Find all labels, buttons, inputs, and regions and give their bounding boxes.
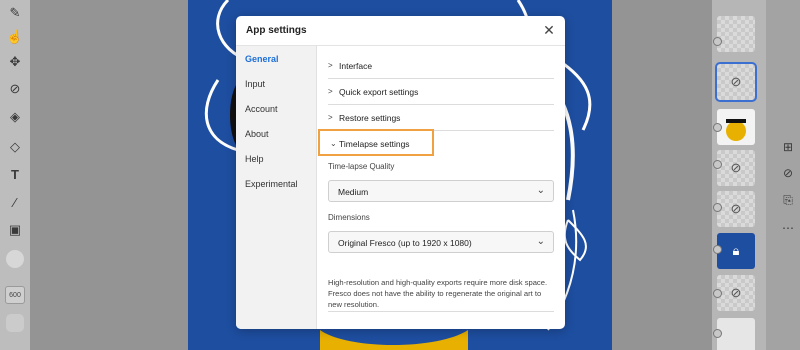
- lock-icon: 🔒︎: [732, 243, 740, 258]
- layer-visibility-toggle[interactable]: [713, 203, 722, 212]
- section-label: Interface: [339, 61, 373, 71]
- layer-visibility-toggle[interactable]: [713, 289, 722, 298]
- layer-actions-icon[interactable]: ⎘: [780, 192, 796, 208]
- layer-thumb[interactable]: [717, 318, 755, 350]
- divider: [328, 311, 554, 312]
- layer-thumb[interactable]: [717, 109, 755, 145]
- chevron-down-icon: ⌄: [330, 139, 337, 148]
- quality-value: Medium: [338, 187, 369, 197]
- nav-item-help[interactable]: Help: [245, 154, 264, 164]
- layer-visibility-toggle[interactable]: [713, 123, 722, 132]
- eraser-icon[interactable]: ◇: [5, 137, 25, 157]
- section-timelapse[interactable]: ⌄ Timelapse settings: [328, 131, 554, 157]
- close-icon[interactable]: ✕: [541, 22, 557, 38]
- dimensions-select[interactable]: Original Fresco (up to 1920 x 1080) ⌄: [328, 231, 554, 253]
- layer-preview: [726, 119, 746, 141]
- nav-item-input[interactable]: Input: [245, 79, 265, 89]
- app-settings-dialog: App settings ✕ General Input Account Abo…: [236, 16, 565, 329]
- nav-item-account[interactable]: Account: [245, 104, 278, 114]
- opacity-control[interactable]: [6, 314, 24, 332]
- smudge-icon[interactable]: ☝: [5, 27, 25, 47]
- text-icon[interactable]: T: [5, 164, 25, 184]
- hidden-eye-icon: ⊘: [730, 285, 742, 300]
- layer-visibility-toggle[interactable]: [713, 37, 722, 46]
- quality-select[interactable]: Medium ⌄: [328, 180, 554, 202]
- chevron-down-icon: ⌄: [536, 236, 545, 247]
- layer-visibility-toggle[interactable]: [713, 160, 722, 169]
- more-icon[interactable]: ⋯: [780, 220, 796, 236]
- section-restore[interactable]: > Restore settings: [328, 105, 554, 131]
- settings-nav: General Input Account About Help Experim…: [236, 46, 317, 329]
- hidden-eye-icon: ⊘: [730, 160, 742, 175]
- layer-thumb[interactable]: ⊘: [715, 62, 757, 102]
- layer-thumb[interactable]: ⊘: [717, 191, 755, 227]
- section-quick-export[interactable]: > Quick export settings: [328, 79, 554, 105]
- settings-content: > Interface > Quick export settings > Re…: [328, 46, 554, 329]
- brush-size-box[interactable]: 600: [5, 286, 25, 304]
- chevron-right-icon: >: [328, 113, 333, 122]
- layer-thumb[interactable]: [717, 16, 755, 52]
- dimensions-value: Original Fresco (up to 1920 x 1080): [338, 238, 472, 248]
- nav-item-general[interactable]: General: [245, 54, 279, 64]
- brush-icon[interactable]: ✎: [5, 3, 25, 23]
- layer-thumb[interactable]: ⊘: [717, 275, 755, 311]
- chevron-down-icon: ⌄: [536, 185, 545, 196]
- nav-item-experimental[interactable]: Experimental: [245, 179, 298, 189]
- timelapse-note: High-resolution and high-quality exports…: [328, 278, 548, 309]
- hidden-eye-icon: ⊘: [730, 201, 742, 216]
- dialog-title: App settings: [246, 25, 307, 36]
- nav-item-about[interactable]: About: [245, 129, 269, 139]
- section-label: Quick export settings: [339, 87, 419, 97]
- dimensions-label: Dimensions: [328, 213, 370, 222]
- dialog-header: App settings ✕: [236, 16, 565, 46]
- hidden-eye-icon: ⊘: [730, 74, 742, 89]
- lasso-icon[interactable]: ⊘: [5, 79, 25, 99]
- hide-layer-icon[interactable]: ⊘: [780, 165, 796, 181]
- image-icon[interactable]: ▣: [5, 220, 25, 240]
- section-label: Restore settings: [339, 113, 401, 123]
- section-interface[interactable]: > Interface: [328, 53, 554, 79]
- chevron-right-icon: >: [328, 87, 333, 96]
- eyedropper-icon[interactable]: ⁄: [5, 192, 25, 212]
- move-icon[interactable]: ✥: [5, 52, 25, 72]
- chevron-right-icon: >: [328, 61, 333, 70]
- section-label: Timelapse settings: [339, 139, 410, 149]
- left-toolbar: ✎ ☝ ✥ ⊘ ◈ ◇ T ⁄ ▣ 600: [0, 0, 30, 350]
- layer-visibility-toggle[interactable]: [713, 329, 722, 338]
- layer-visibility-toggle[interactable]: [713, 245, 722, 254]
- add-layer-icon[interactable]: ⊞: [780, 139, 796, 155]
- quality-label: Time-lapse Quality: [328, 162, 395, 171]
- layer-thumb[interactable]: ⊘: [717, 150, 755, 186]
- color-swatch[interactable]: [6, 250, 24, 268]
- layer-thumb[interactable]: 🔒︎: [717, 233, 755, 269]
- fill-icon[interactable]: ◈: [5, 107, 25, 127]
